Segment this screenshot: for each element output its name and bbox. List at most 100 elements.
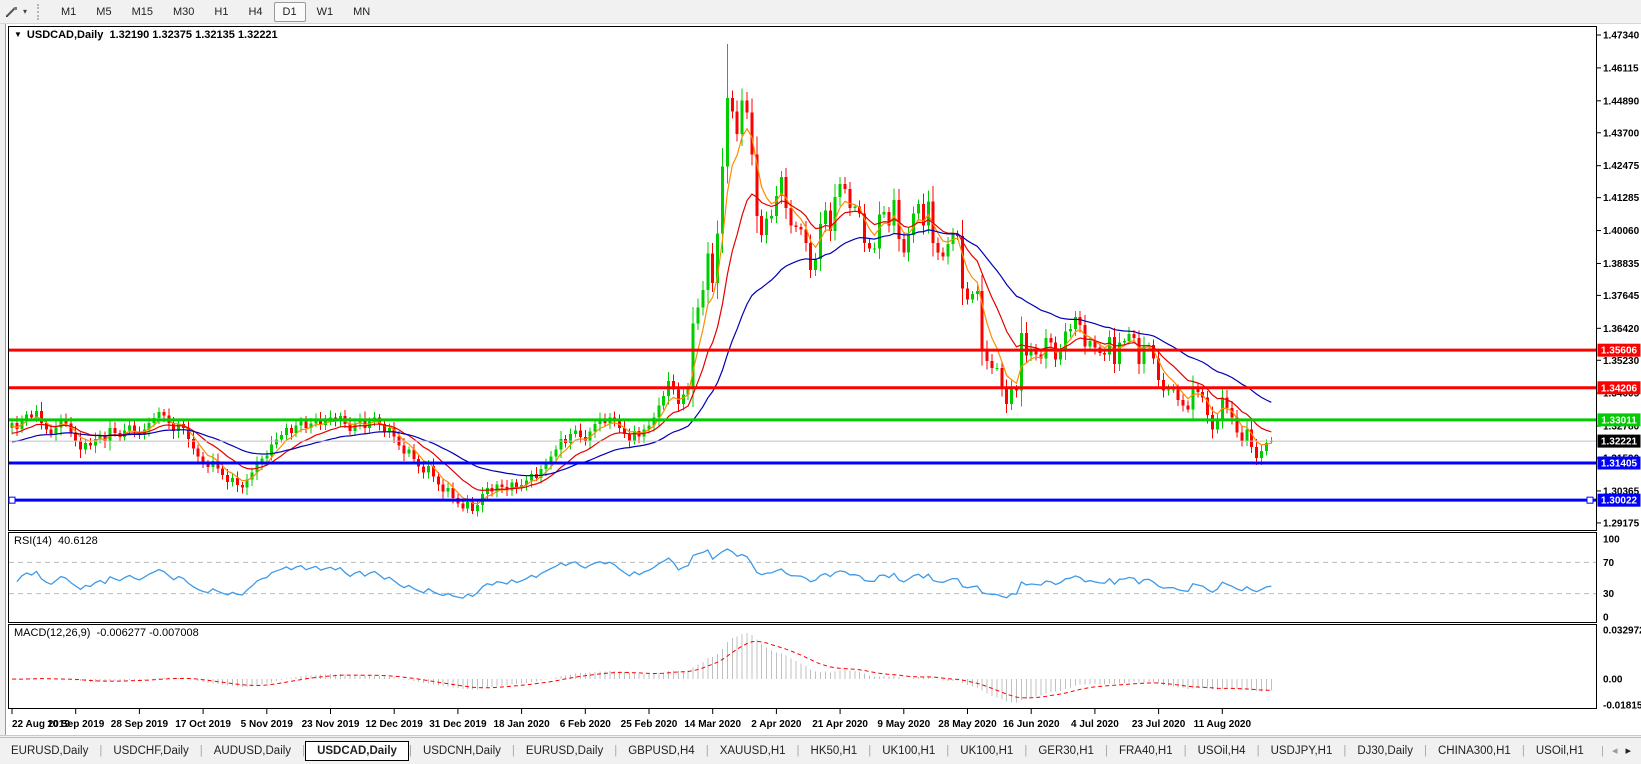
svg-text:1.32221: 1.32221 [1601,437,1638,448]
svg-text:1.47340: 1.47340 [1603,31,1640,42]
svg-text:0: 0 [1603,613,1609,624]
svg-text:11 Aug 2020: 11 Aug 2020 [1194,719,1252,730]
timeframe-button-M5[interactable]: M5 [87,2,120,22]
tab-scroll-left-icon[interactable]: ◂ [1612,744,1618,757]
svg-text:14 Mar 2020: 14 Mar 2020 [684,719,741,730]
macd-name: MACD(12,26,9) [14,627,91,639]
svg-text:30: 30 [1603,589,1615,600]
svg-text:16 Jun 2020: 16 Jun 2020 [1003,719,1060,730]
svg-text:28 May 2020: 28 May 2020 [938,719,997,730]
chart-tab-HK50-H1[interactable]: HK50,H1 [800,741,869,761]
tab-scroll-controls: | ◂ ▸ [1591,744,1641,758]
chart-tab-CHINA300-H1[interactable]: CHINA300,H1 [1427,741,1522,761]
price-badge-1.35606: 1.35606 [1597,343,1641,357]
drawing-tool-group[interactable]: ▾ [0,5,31,19]
svg-text:0.032972: 0.032972 [1603,626,1641,637]
timeframe-button-M1[interactable]: M1 [52,2,85,22]
chart-tab-EURUSD-Daily[interactable]: EURUSD,Daily [515,741,614,761]
svg-text:1.33011: 1.33011 [1601,415,1637,426]
mt4-window: { "toolbar": { "dropdown_icon": "▾", "ti… [0,0,1641,764]
svg-text:1.29175: 1.29175 [1603,518,1640,529]
macd-indicator-label: MACD(12,26,9) -0.006277 -0.007008 [14,627,199,639]
chart-tab-DJ30-Daily[interactable]: DJ30,Daily [1346,741,1424,761]
svg-text:1.46115: 1.46115 [1603,63,1639,74]
tab-scroll-right-icon[interactable]: ▸ [1625,744,1631,757]
chart-tab-UK100-H1[interactable]: UK100,H1 [949,741,1024,761]
svg-text:70: 70 [1603,558,1615,569]
timeframe-button-D1[interactable]: D1 [273,1,306,22]
drawing-tool-icon [6,6,17,17]
svg-text:100: 100 [1603,535,1620,546]
svg-text:1.31405: 1.31405 [1601,459,1638,470]
rsi-indicator-label: RSI(14) 40.6128 [14,535,98,547]
chart-tab-USOil-H1[interactable]: USOil,H1 [1525,741,1591,761]
svg-text:4 Jul 2020: 4 Jul 2020 [1071,719,1119,730]
chart-title-dropdown-icon[interactable]: ▼ [14,30,22,39]
svg-text:1.38835: 1.38835 [1603,259,1640,270]
svg-text:6 Feb 2020: 6 Feb 2020 [560,719,612,730]
svg-text:25 Feb 2020: 25 Feb 2020 [621,719,678,730]
chart-title: ▼ USDCAD,Daily 1.32190 1.32375 1.32135 1.… [14,29,278,41]
svg-text:23 Jul 2020: 23 Jul 2020 [1132,719,1186,730]
timeframe-button-H4[interactable]: H4 [239,2,271,22]
toolbar-grip[interactable] [37,3,43,20]
svg-text:18 Jan 2020: 18 Jan 2020 [494,719,551,730]
svg-text:2 Apr 2020: 2 Apr 2020 [751,719,802,730]
svg-text:1.42475: 1.42475 [1603,161,1640,172]
chart-symbol-label: USDCAD,Daily [26,29,104,41]
svg-text:21 Apr 2020: 21 Apr 2020 [812,719,868,730]
macd-values: -0.006277 -0.007008 [96,627,199,639]
svg-text:1.30022: 1.30022 [1601,496,1638,507]
svg-text:1.40060: 1.40060 [1603,226,1640,237]
svg-text:12 Dec 2019: 12 Dec 2019 [366,719,424,730]
chart-tab-GBPUSD-H4[interactable]: GBPUSD,H4 [617,741,705,761]
timeframe-buttons: M1 M5 M15 M30 H1 H4 D1 W1 MN [51,1,380,22]
svg-text:1.43700: 1.43700 [1603,128,1640,139]
timeframe-button-W1[interactable]: W1 [308,2,343,22]
chart-tab-EURUSD-Daily[interactable]: EURUSD,Daily [0,741,99,761]
line-selection-marker[interactable] [8,496,16,504]
rsi-value: 40.6128 [58,535,98,547]
drawing-tool-dropdown-icon[interactable]: ▾ [23,7,27,16]
chart-tab-bar: EURUSD,Daily | USDCHF,Daily | AUDUSD,Daily | U… [0,737,1641,763]
svg-text:1.44890: 1.44890 [1603,96,1640,107]
chart-tab-USOil-H4[interactable]: USOil,H4 [1187,741,1257,761]
svg-text:23 Nov 2019: 23 Nov 2019 [302,719,360,730]
svg-text:1.36420: 1.36420 [1603,324,1640,335]
tab-separator: | [1601,744,1604,757]
top-toolbar: ▾ M1 M5 M15 M30 H1 H4 D1 W1 MN [0,0,1641,24]
timeframe-button-M15[interactable]: M15 [123,2,162,22]
svg-text:0.00: 0.00 [1603,675,1623,686]
svg-text:28 Sep 2019: 28 Sep 2019 [111,719,169,730]
svg-text:1.35606: 1.35606 [1601,346,1638,357]
chart-tabs: EURUSD,Daily | USDCHF,Daily | AUDUSD,Daily | U… [0,738,1591,763]
chart-tab-FRA40-H1[interactable]: FRA40,H1 [1108,741,1184,761]
chart-tab-USDCNH-Daily[interactable]: USDCNH,Daily [412,741,512,761]
timeframe-button-M30[interactable]: M30 [164,2,203,22]
price-badge-1.33011: 1.33011 [1597,413,1641,427]
chart-tab-AUDUSD-Daily[interactable]: AUDUSD,Daily [203,741,302,761]
bid-price-badge: 1.32221 [1597,434,1641,448]
svg-text:1.37645: 1.37645 [1603,291,1640,302]
price-badge-1.34206: 1.34206 [1597,381,1641,395]
chart-tab-GER30-H1[interactable]: GER30,H1 [1027,741,1105,761]
svg-text:17 Oct 2019: 17 Oct 2019 [175,719,231,730]
svg-text:1.41285: 1.41285 [1603,193,1640,204]
timeframe-button-MN[interactable]: MN [344,2,379,22]
chart-tab-UK100-H1[interactable]: UK100,H1 [871,741,946,761]
svg-text:9 May 2020: 9 May 2020 [877,719,930,730]
svg-text:31 Dec 2019: 31 Dec 2019 [429,719,487,730]
line-selection-marker[interactable] [1586,496,1594,504]
price-badge-1.31405: 1.31405 [1597,456,1641,470]
timeframe-button-H1[interactable]: H1 [205,2,237,22]
rsi-name: RSI(14) [14,535,52,547]
chart-tab-USDCAD-Daily[interactable]: USDCAD,Daily [305,740,409,761]
svg-text:5 Nov 2019: 5 Nov 2019 [241,719,294,730]
chart-ohlc-values: 1.32190 1.32375 1.32135 1.32221 [109,29,278,41]
chart-canvas[interactable]: 1.47340 1.46115 1.44890 1.43700 1.42475 1.412… [0,0,1641,764]
price-badge-1.30022: 1.30022 [1597,493,1641,507]
chart-tab-XAUUSD-H1[interactable]: XAUUSD,H1 [709,741,797,761]
chart-tab-USDJPY-H1[interactable]: USDJPY,H1 [1260,741,1344,761]
svg-text:-0.018154: -0.018154 [1603,701,1641,712]
chart-tab-USDCHF-Daily[interactable]: USDCHF,Daily [102,741,199,761]
